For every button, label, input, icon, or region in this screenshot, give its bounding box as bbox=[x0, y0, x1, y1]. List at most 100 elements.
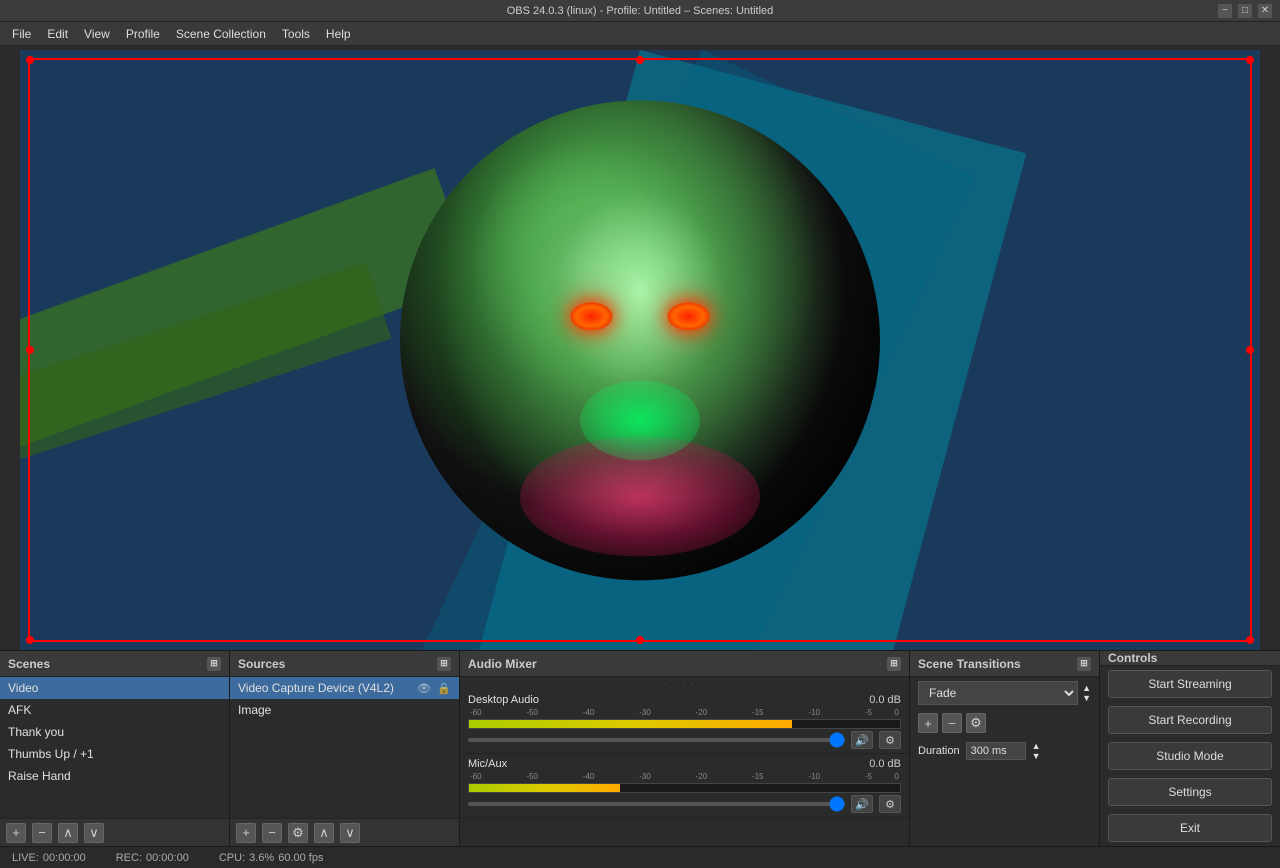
scale-tick: -5 bbox=[865, 772, 872, 781]
transition-remove-button[interactable]: − bbox=[942, 713, 962, 733]
scene-item[interactable]: Video bbox=[0, 677, 229, 699]
bottom-panels: Scenes ⊞ VideoAFKThank youThumbs Up / +1… bbox=[0, 650, 1280, 846]
duration-input[interactable] bbox=[966, 742, 1026, 760]
volume-slider[interactable] bbox=[468, 802, 845, 806]
menu-item-file[interactable]: File bbox=[4, 25, 39, 43]
scenes-remove-button[interactable]: − bbox=[32, 823, 52, 843]
menu-item-tools[interactable]: Tools bbox=[274, 25, 318, 43]
audio-settings-button[interactable]: ⚙ bbox=[879, 795, 901, 813]
close-button[interactable]: ✕ bbox=[1258, 4, 1272, 18]
scene-item[interactable]: Raise Hand bbox=[0, 765, 229, 787]
scale-tick: -20 bbox=[696, 708, 708, 717]
source-item[interactable]: Video Capture Device (V4L2) 👁 🔒 bbox=[230, 677, 459, 699]
rec-time: 00:00:00 bbox=[146, 852, 189, 864]
scenes-move-up-button[interactable]: ∧ bbox=[58, 823, 78, 843]
settings-button[interactable]: Settings bbox=[1108, 778, 1272, 806]
cpu-value: 3.6% bbox=[249, 852, 274, 864]
transition-arrows: ▲ ▼ bbox=[1082, 683, 1091, 703]
controls-panel-title: Controls bbox=[1108, 651, 1157, 665]
start-recording-button[interactable]: Start Recording bbox=[1108, 706, 1272, 734]
maximize-button[interactable]: □ bbox=[1238, 4, 1252, 18]
scale-tick: -15 bbox=[752, 708, 764, 717]
source-item[interactable]: Image bbox=[230, 699, 459, 721]
transitions-header-icons: ⊞ bbox=[1077, 657, 1091, 671]
source-label: Video Capture Device (V4L2) bbox=[238, 681, 394, 695]
exit-button[interactable]: Exit bbox=[1108, 814, 1272, 842]
menu-item-scene_collection[interactable]: Scene Collection bbox=[168, 25, 274, 43]
menu-item-profile[interactable]: Profile bbox=[118, 25, 168, 43]
meter-scale: -60-50-40-30-20-15-10-50 bbox=[468, 708, 901, 717]
eye-icon[interactable]: 👁 bbox=[417, 681, 431, 695]
audio-controls-row: 🔊 ⚙ bbox=[468, 731, 901, 749]
sources-toolbar: + − ⚙ ∧ ∨ bbox=[230, 818, 459, 846]
scenes-expand-icon[interactable]: ⊞ bbox=[207, 657, 221, 671]
scale-tick: -5 bbox=[865, 708, 872, 717]
audio-db-value: 0.0 dB bbox=[869, 758, 901, 770]
transition-duration-row: Duration ▲ ▼ bbox=[910, 737, 1099, 765]
chin-glow bbox=[580, 380, 700, 460]
transition-arrow-up[interactable]: ▲ bbox=[1082, 683, 1091, 693]
audio-channel-label: Mic/Aux bbox=[468, 758, 507, 770]
sources-panel: Sources ⊞ Video Capture Device (V4L2)👁🔒I… bbox=[230, 651, 460, 846]
audio-expand-icon[interactable]: ⊞ bbox=[887, 657, 901, 671]
audio-drag-indicator: · · · · · bbox=[460, 677, 909, 690]
volume-slider[interactable] bbox=[468, 738, 845, 742]
scenes-move-down-button[interactable]: ∨ bbox=[84, 823, 104, 843]
scale-tick: -15 bbox=[752, 772, 764, 781]
left-eye bbox=[571, 302, 613, 330]
preview-area bbox=[20, 50, 1260, 650]
audio-panel: Audio Mixer ⊞ · · · · · Desktop Audio 0.… bbox=[460, 651, 910, 846]
sources-settings-button[interactable]: ⚙ bbox=[288, 823, 308, 843]
transitions-expand-icon[interactable]: ⊞ bbox=[1077, 657, 1091, 671]
meter-container bbox=[468, 783, 901, 793]
duration-down-icon[interactable]: ▼ bbox=[1032, 751, 1041, 761]
meter-bar-yellow bbox=[469, 784, 620, 792]
sources-remove-button[interactable]: − bbox=[262, 823, 282, 843]
scene-item[interactable]: Thank you bbox=[0, 721, 229, 743]
transition-arrow-down[interactable]: ▼ bbox=[1082, 693, 1091, 703]
scenes-panel-header: Scenes ⊞ bbox=[0, 651, 229, 677]
sources-move-down-button[interactable]: ∨ bbox=[340, 823, 360, 843]
transition-add-button[interactable]: + bbox=[918, 713, 938, 733]
scenes-header-icons: ⊞ bbox=[207, 657, 221, 671]
live-label: LIVE: bbox=[12, 852, 39, 864]
transition-settings-button[interactable]: ⚙ bbox=[966, 713, 986, 733]
cpu-status: CPU: 3.6% 60.00 fps bbox=[219, 852, 324, 864]
scale-tick: -60 bbox=[470, 772, 482, 781]
titlebar-title: OBS 24.0.3 (linux) - Profile: Untitled –… bbox=[507, 5, 774, 17]
audio-db-value: 0.0 dB bbox=[869, 694, 901, 706]
menu-item-edit[interactable]: Edit bbox=[39, 25, 76, 43]
fps-value: 60.00 fps bbox=[278, 852, 323, 864]
start-streaming-button[interactable]: Start Streaming bbox=[1108, 670, 1272, 698]
menu-item-view[interactable]: View bbox=[76, 25, 118, 43]
face-overlay bbox=[400, 100, 880, 580]
scale-tick: 0 bbox=[894, 772, 898, 781]
scale-tick: -20 bbox=[696, 772, 708, 781]
sources-move-up-button[interactable]: ∧ bbox=[314, 823, 334, 843]
statusbar: LIVE: 00:00:00 REC: 00:00:00 CPU: 3.6% 6… bbox=[0, 846, 1280, 868]
scenes-add-button[interactable]: + bbox=[6, 823, 26, 843]
mute-button[interactable]: 🔊 bbox=[851, 731, 873, 749]
transitions-panel: Scene Transitions ⊞ Fade ▲ ▼ + − ⚙ Durat… bbox=[910, 651, 1100, 846]
scene-item[interactable]: AFK bbox=[0, 699, 229, 721]
menu-item-help[interactable]: Help bbox=[318, 25, 359, 43]
audio-settings-button[interactable]: ⚙ bbox=[879, 731, 901, 749]
studio-mode-button[interactable]: Studio Mode bbox=[1108, 742, 1272, 770]
titlebar: OBS 24.0.3 (linux) - Profile: Untitled –… bbox=[0, 0, 1280, 22]
scale-tick: -40 bbox=[583, 708, 595, 717]
circle-portrait bbox=[400, 100, 880, 580]
transition-dropdown[interactable]: Fade bbox=[918, 681, 1078, 705]
lock-icon[interactable]: 🔒 bbox=[437, 681, 451, 695]
sources-header-icons: ⊞ bbox=[437, 657, 451, 671]
minimize-button[interactable]: − bbox=[1218, 4, 1232, 18]
audio-controls-row: 🔊 ⚙ bbox=[468, 795, 901, 813]
mute-button[interactable]: 🔊 bbox=[851, 795, 873, 813]
scale-tick: -10 bbox=[808, 772, 820, 781]
scale-tick: -10 bbox=[808, 708, 820, 717]
transition-select-row: Fade ▲ ▼ bbox=[910, 677, 1099, 709]
sources-expand-icon[interactable]: ⊞ bbox=[437, 657, 451, 671]
sources-add-button[interactable]: + bbox=[236, 823, 256, 843]
duration-up-icon[interactable]: ▲ bbox=[1032, 741, 1041, 751]
scene-item[interactable]: Thumbs Up / +1 bbox=[0, 743, 229, 765]
scenes-toolbar: + − ∧ ∨ bbox=[0, 818, 229, 846]
